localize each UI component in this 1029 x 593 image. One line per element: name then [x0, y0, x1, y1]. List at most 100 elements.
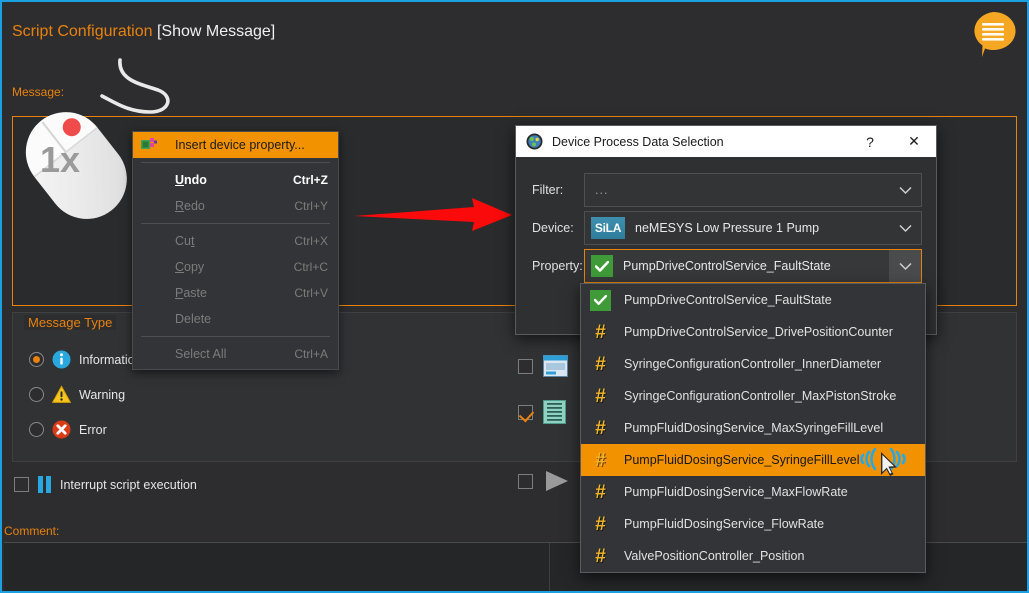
message-type-title: Message Type [24, 315, 117, 330]
menu-item-label: Undo [175, 173, 207, 187]
page-title-accent: Script Configuration [12, 23, 153, 40]
chevron-down-icon[interactable] [889, 212, 921, 244]
window-icon [543, 355, 568, 377]
context-menu[interactable]: Insert device property... Undo Ctrl+Z Re… [132, 131, 339, 370]
menu-item-insert-device-property[interactable]: Insert device property... [133, 132, 338, 158]
radio-label-warning: Warning [79, 387, 126, 402]
checkbox-interrupt-script[interactable] [14, 477, 29, 492]
radio-button-error[interactable] [29, 422, 44, 437]
filter-label: Filter: [532, 183, 564, 197]
dropdown-item-6[interactable]: # PumpFluidDosingService_MaxFlowRate [581, 476, 925, 508]
info-icon [52, 350, 71, 369]
menu-item-shortcut: Ctrl+Z [292, 173, 328, 187]
message-label: Message: [12, 85, 65, 99]
filter-combobox[interactable]: ... [584, 173, 922, 207]
radio-option-information[interactable]: Information [29, 350, 142, 369]
menu-item-shortcut: Ctrl+Y [294, 199, 328, 213]
dropdown-item-label: PumpFluidDosingService_MaxFlowRate [624, 485, 848, 499]
app-window: Script Configuration [Show Message] Mess… [0, 0, 1029, 593]
menu-item-undo[interactable]: Undo Ctrl+Z [133, 167, 338, 193]
menu-item-label: Paste [175, 286, 207, 300]
radio-option-warning[interactable]: Warning [29, 385, 125, 404]
number-hash-icon: # [595, 545, 606, 567]
chevron-down-icon[interactable] [889, 250, 921, 282]
page-title-context: [Show Message] [156, 23, 276, 40]
radio-button-warning[interactable] [29, 387, 44, 402]
bool-check-icon [590, 289, 611, 311]
number-hash-icon: # [595, 513, 606, 535]
number-hash-icon: # [595, 481, 606, 503]
checkbox-window-option[interactable] [518, 358, 533, 374]
radio-button-information[interactable] [29, 352, 44, 367]
mouse-cursor-click-icon [853, 443, 915, 477]
list-icon [543, 400, 566, 424]
filter-value: ... [595, 183, 609, 197]
dropdown-item-3[interactable]: # SyringeConfigurationController_MaxPist… [581, 380, 925, 412]
menu-item-label: Insert device property... [175, 138, 305, 152]
number-hash-icon: # [595, 449, 606, 471]
dropdown-item-7[interactable]: # PumpFluidDosingService_FlowRate [581, 508, 925, 540]
play-icon [546, 471, 568, 491]
close-icon[interactable]: ✕ [892, 126, 936, 157]
device-row: Device: SiLA neMESYS Low Pressure 1 Pump [532, 209, 922, 247]
menu-item-label: Select All [175, 347, 227, 361]
filter-row: Filter: ... [532, 171, 922, 209]
menu-item-redo: Redo Ctrl+Y [133, 193, 338, 219]
property-combobox[interactable]: PumpDriveControlService_FaultState [584, 249, 922, 283]
sila-badge-icon: SiLA [591, 217, 625, 239]
secondary-option-window[interactable] [518, 355, 568, 377]
dropdown-item-4[interactable]: # PumpFluidDosingService_MaxSyringeFillL… [581, 412, 925, 444]
property-dropdown-list[interactable]: PumpDriveControlService_FaultState # Pum… [580, 283, 926, 573]
interrupt-label: Interrupt script execution [60, 477, 197, 492]
property-label: Property: [532, 259, 583, 273]
help-button[interactable]: ? [848, 126, 892, 157]
error-icon [52, 420, 71, 439]
secondary-option-list[interactable] [518, 400, 566, 424]
pause-icon [38, 476, 51, 493]
app-globe-icon [526, 133, 543, 150]
device-label: Device: [532, 221, 574, 235]
speech-bubble-icon [974, 11, 1016, 57]
device-value: neMESYS Low Pressure 1 Pump [635, 221, 820, 235]
menu-item-shortcut: Ctrl+X [294, 234, 328, 248]
menu-item-select-all: Select All Ctrl+A [133, 341, 338, 367]
comment-divider [549, 543, 550, 591]
checkbox-list-option[interactable] [518, 404, 533, 420]
menu-item-label: Cut [175, 234, 195, 248]
number-hash-icon: # [595, 417, 606, 439]
secondary-option-play[interactable] [518, 469, 571, 493]
warning-icon [52, 385, 71, 403]
interrupt-script-execution-option[interactable]: Interrupt script execution [14, 476, 197, 493]
device-property-icon [141, 137, 158, 156]
number-hash-icon: # [595, 385, 606, 407]
dialog-body: Filter: ... Device: SiLA neMESYS Low Pre… [516, 157, 936, 285]
menu-item-copy: Copy Ctrl+C [133, 254, 338, 280]
menu-separator [141, 336, 330, 337]
dialog-title-bar[interactable]: Device Process Data Selection ? ✕ [516, 126, 936, 157]
menu-item-label: Copy [175, 260, 205, 274]
dropdown-item-2[interactable]: # SyringeConfigurationController_InnerDi… [581, 348, 925, 380]
menu-item-delete: Delete [133, 306, 338, 332]
device-combobox[interactable]: SiLA neMESYS Low Pressure 1 Pump [584, 211, 922, 245]
page-title: Script Configuration [Show Message] [12, 23, 275, 41]
radio-option-error[interactable]: Error [29, 420, 107, 439]
dropdown-item-5[interactable]: # PumpFluidDosingService_SyringeFillLeve… [581, 444, 925, 476]
speech-bubble-button[interactable] [968, 9, 1018, 59]
property-row: Property: PumpDriveControlService_FaultS… [532, 247, 922, 285]
dropdown-item-label: PumpFluidDosingService_SyringeFillLevel [624, 453, 860, 467]
menu-item-paste: Paste Ctrl+V [133, 280, 338, 306]
bool-check-icon [591, 255, 613, 277]
dropdown-item-label: PumpFluidDosingService_MaxSyringeFillLev… [624, 421, 884, 435]
chevron-down-icon[interactable] [889, 174, 921, 206]
dropdown-item-1[interactable]: # PumpDriveControlService_DrivePositionC… [581, 316, 925, 348]
menu-item-label: Delete [175, 312, 212, 326]
arrow-right-annotation [354, 198, 514, 232]
checkbox-play-option[interactable] [518, 473, 533, 489]
dropdown-item-0[interactable]: PumpDriveControlService_FaultState [581, 284, 925, 316]
dialog-title: Device Process Data Selection [552, 134, 724, 149]
dropdown-item-label: PumpDriveControlService_FaultState [624, 293, 832, 307]
dropdown-item-8[interactable]: # ValvePositionController_Position [581, 540, 925, 572]
number-hash-icon: # [595, 321, 606, 343]
dropdown-item-label: SyringeConfigurationController_InnerDiam… [624, 357, 882, 371]
dropdown-item-label: ValvePositionController_Position [624, 549, 805, 563]
